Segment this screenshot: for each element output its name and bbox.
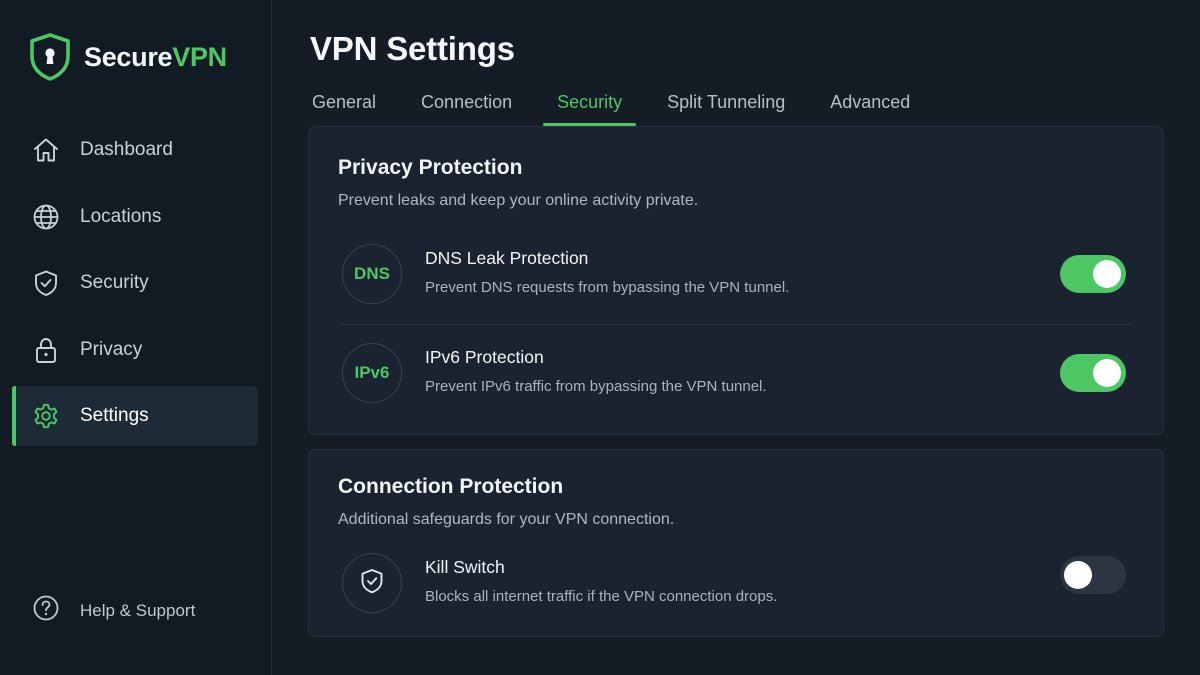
shield-check-icon: [32, 269, 60, 297]
connection-protection-card: Connection Protection Additional safegua…: [308, 449, 1164, 637]
setting-name: IPv6 Protection: [425, 347, 544, 367]
setting-description: Prevent DNS requests from bypassing the …: [425, 279, 790, 296]
setting-name: Kill Switch: [425, 557, 505, 577]
globe-icon: [32, 203, 60, 231]
setting-description: Blocks all internet traffic if the VPN c…: [425, 588, 778, 605]
setting-name: DNS Leak Protection: [425, 248, 589, 268]
brand-logo[interactable]: SecureVPN: [28, 32, 227, 82]
sidebar-nav: Dashboard Locations Security Privacy Set…: [12, 120, 258, 453]
row-divider: [338, 324, 1133, 325]
app-window: SecureVPN Dashboard Locations Security P…: [0, 0, 1200, 675]
home-icon: [32, 136, 60, 164]
sidebar-item-settings[interactable]: Settings: [12, 386, 258, 446]
sidebar-item-dashboard[interactable]: Dashboard: [12, 120, 258, 180]
sidebar-item-label: Locations: [80, 205, 162, 227]
shield-keyhole-icon: [28, 32, 72, 82]
ipv6-protection-toggle[interactable]: [1060, 354, 1126, 392]
tab-advanced[interactable]: Advanced: [816, 84, 924, 126]
tab-split-tunneling[interactable]: Split Tunneling: [653, 84, 799, 126]
kill-switch-row: Kill Switch Blocks all internet traffic …: [309, 543, 1163, 623]
sidebar-item-security[interactable]: Security: [12, 253, 258, 313]
card-description: Prevent leaks and keep your online activ…: [338, 192, 699, 209]
question-circle-icon: [32, 594, 60, 627]
dns-badge: DNS: [342, 244, 402, 304]
sidebar-item-label: Dashboard: [80, 139, 173, 160]
gear-icon: [32, 402, 60, 430]
tab-general[interactable]: General: [298, 84, 390, 126]
lock-icon: [32, 336, 60, 364]
privacy-protection-card: Privacy Protection Prevent leaks and kee…: [308, 126, 1164, 435]
dns-leak-protection-toggle[interactable]: [1060, 255, 1126, 293]
main-content: VPN Settings General Connection Security…: [272, 0, 1200, 675]
toggle-knob: [1064, 561, 1092, 589]
sidebar-item-label: Settings: [80, 405, 149, 426]
card-title: Privacy Protection: [338, 156, 523, 179]
card-description: Additional safeguards for your VPN conne…: [338, 511, 675, 528]
sidebar-item-locations[interactable]: Locations: [12, 187, 258, 247]
toggle-knob: [1093, 260, 1121, 288]
settings-tabs: General Connection Security Split Tunnel…: [298, 84, 941, 126]
brand-name: SecureVPN: [84, 41, 227, 72]
sidebar-item-label: Privacy: [80, 338, 143, 360]
ipv6-protection-row: IPv6 IPv6 Protection Prevent IPv6 traffi…: [309, 333, 1163, 413]
card-title: Connection Protection: [338, 475, 564, 498]
tab-connection[interactable]: Connection: [407, 84, 526, 126]
ipv6-badge: IPv6: [342, 343, 402, 403]
help-support-label: Help & Support: [80, 600, 196, 620]
sidebar-item-label: Security: [80, 272, 149, 293]
shield-check-icon: [358, 567, 386, 600]
tab-security[interactable]: Security: [543, 84, 637, 126]
setting-description: Prevent IPv6 traffic from bypassing the …: [425, 378, 767, 395]
dns-leak-protection-row: DNS DNS Leak Protection Prevent DNS requ…: [309, 234, 1163, 314]
sidebar: SecureVPN Dashboard Locations Security P…: [0, 0, 272, 675]
sidebar-item-privacy[interactable]: Privacy: [12, 320, 258, 380]
toggle-knob: [1093, 359, 1121, 387]
kill-switch-badge: [342, 553, 402, 613]
kill-switch-toggle[interactable]: [1060, 556, 1126, 594]
help-support-link[interactable]: Help & Support: [32, 594, 195, 627]
page-title: VPN Settings: [310, 30, 515, 67]
